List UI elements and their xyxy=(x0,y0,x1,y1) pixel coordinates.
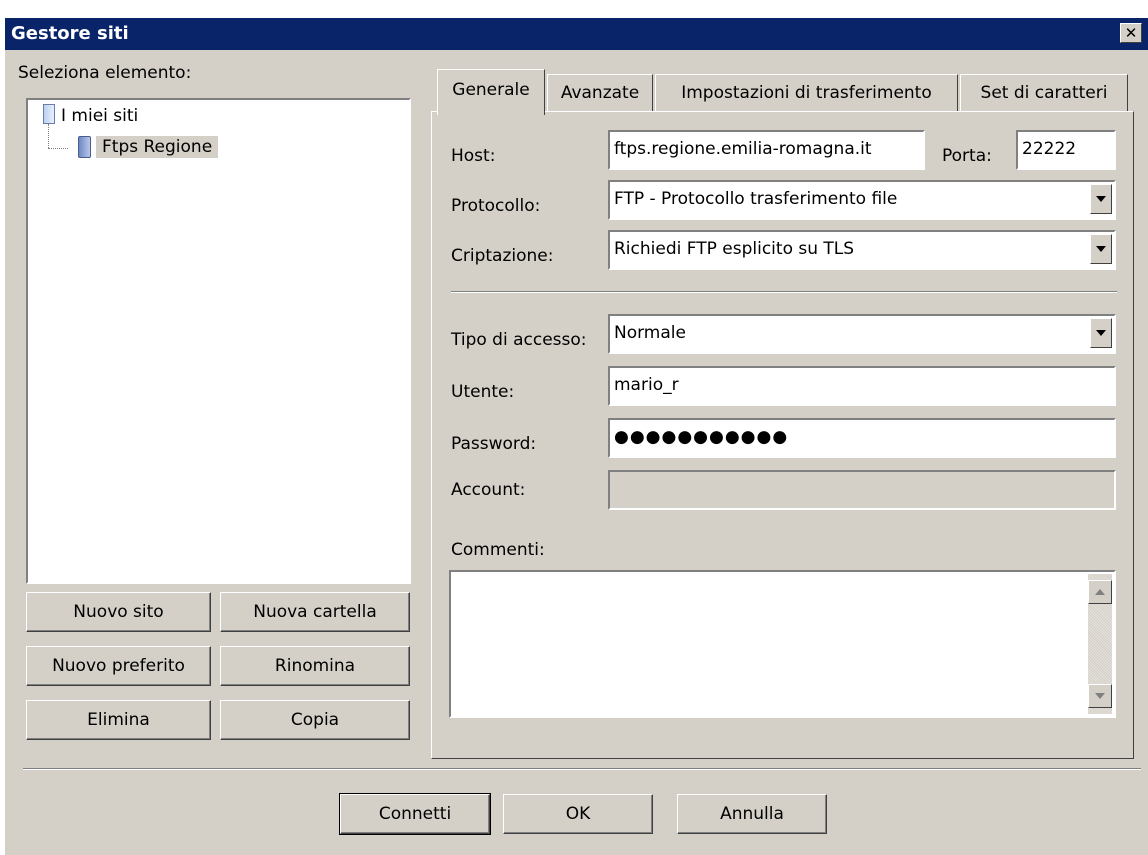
tree-item-ftps-regione[interactable]: Ftps Regione xyxy=(96,136,219,158)
title-bar: Gestore siti ✕ xyxy=(5,18,1148,50)
user-input[interactable]: mario_r xyxy=(608,366,1116,406)
comments-textarea[interactable] xyxy=(449,570,1116,718)
encryption-label: Criptazione: xyxy=(451,246,554,266)
delete-button[interactable]: Elimina xyxy=(26,700,211,740)
tab-advanced[interactable]: Avanzate xyxy=(547,74,653,112)
footer-divider xyxy=(23,768,1141,770)
scroll-down-icon[interactable] xyxy=(1088,684,1112,708)
chevron-down-icon[interactable] xyxy=(1090,318,1112,348)
logon-type-value: Normale xyxy=(614,323,686,343)
port-label: Porta: xyxy=(942,146,992,166)
site-manager-dialog: Gestore siti ✕ Seleziona elemento: I mie… xyxy=(5,18,1148,855)
protocol-value: FTP - Protocollo trasferimento file xyxy=(614,189,898,209)
site-tree[interactable]: I miei siti Ftps Regione xyxy=(26,98,411,584)
host-label: Host: xyxy=(451,146,496,166)
tab-transfer-settings[interactable]: Impostazioni di trasferimento xyxy=(655,74,958,112)
new-site-button[interactable]: Nuovo sito xyxy=(26,592,211,632)
tab-general[interactable]: Generale xyxy=(437,69,545,115)
password-input[interactable]: ●●●●●●●●●●● xyxy=(608,418,1116,458)
new-folder-button[interactable]: Nuova cartella xyxy=(220,592,410,632)
ok-button[interactable]: OK xyxy=(503,794,653,834)
window-title: Gestore siti xyxy=(11,23,129,44)
screenshot-top-strip xyxy=(0,0,1148,18)
comments-label: Commenti: xyxy=(451,540,545,560)
section-divider xyxy=(451,291,1117,293)
close-button[interactable]: ✕ xyxy=(1120,23,1142,43)
cancel-button[interactable]: Annulla xyxy=(677,794,827,834)
comments-scrollbar[interactable] xyxy=(1088,574,1112,714)
logon-type-select[interactable]: Normale xyxy=(608,314,1116,354)
account-input xyxy=(608,470,1116,510)
tab-charset[interactable]: Set di caratteri xyxy=(960,74,1128,112)
new-bookmark-button[interactable]: Nuovo preferito xyxy=(26,646,211,686)
rename-button[interactable]: Rinomina xyxy=(220,646,410,686)
chevron-down-icon[interactable] xyxy=(1090,234,1112,264)
folder-icon xyxy=(43,104,55,124)
port-input[interactable]: 22222 xyxy=(1016,130,1116,170)
server-icon xyxy=(78,136,91,158)
host-input[interactable]: ftps.regione.emilia-romagna.it xyxy=(608,130,925,170)
logon-type-label: Tipo di accesso: xyxy=(451,330,587,350)
encryption-select[interactable]: Richiedi FTP esplicito su TLS xyxy=(608,230,1116,270)
select-entry-label: Seleziona elemento: xyxy=(18,63,192,83)
connect-button[interactable]: Connetti xyxy=(339,793,491,835)
close-icon: ✕ xyxy=(1124,24,1138,42)
protocol-label: Protocollo: xyxy=(451,196,541,216)
protocol-select[interactable]: FTP - Protocollo trasferimento file xyxy=(608,180,1116,220)
encryption-value: Richiedi FTP esplicito su TLS xyxy=(614,239,855,259)
password-label: Password: xyxy=(451,434,537,454)
tree-connector xyxy=(48,148,68,149)
scroll-up-icon[interactable] xyxy=(1088,580,1112,604)
copy-button[interactable]: Copia xyxy=(220,700,410,740)
chevron-down-icon[interactable] xyxy=(1090,184,1112,214)
account-label: Account: xyxy=(451,480,526,500)
tree-connector xyxy=(48,124,49,148)
tree-item-my-sites[interactable]: I miei siti xyxy=(61,106,138,126)
user-label: Utente: xyxy=(451,382,515,402)
